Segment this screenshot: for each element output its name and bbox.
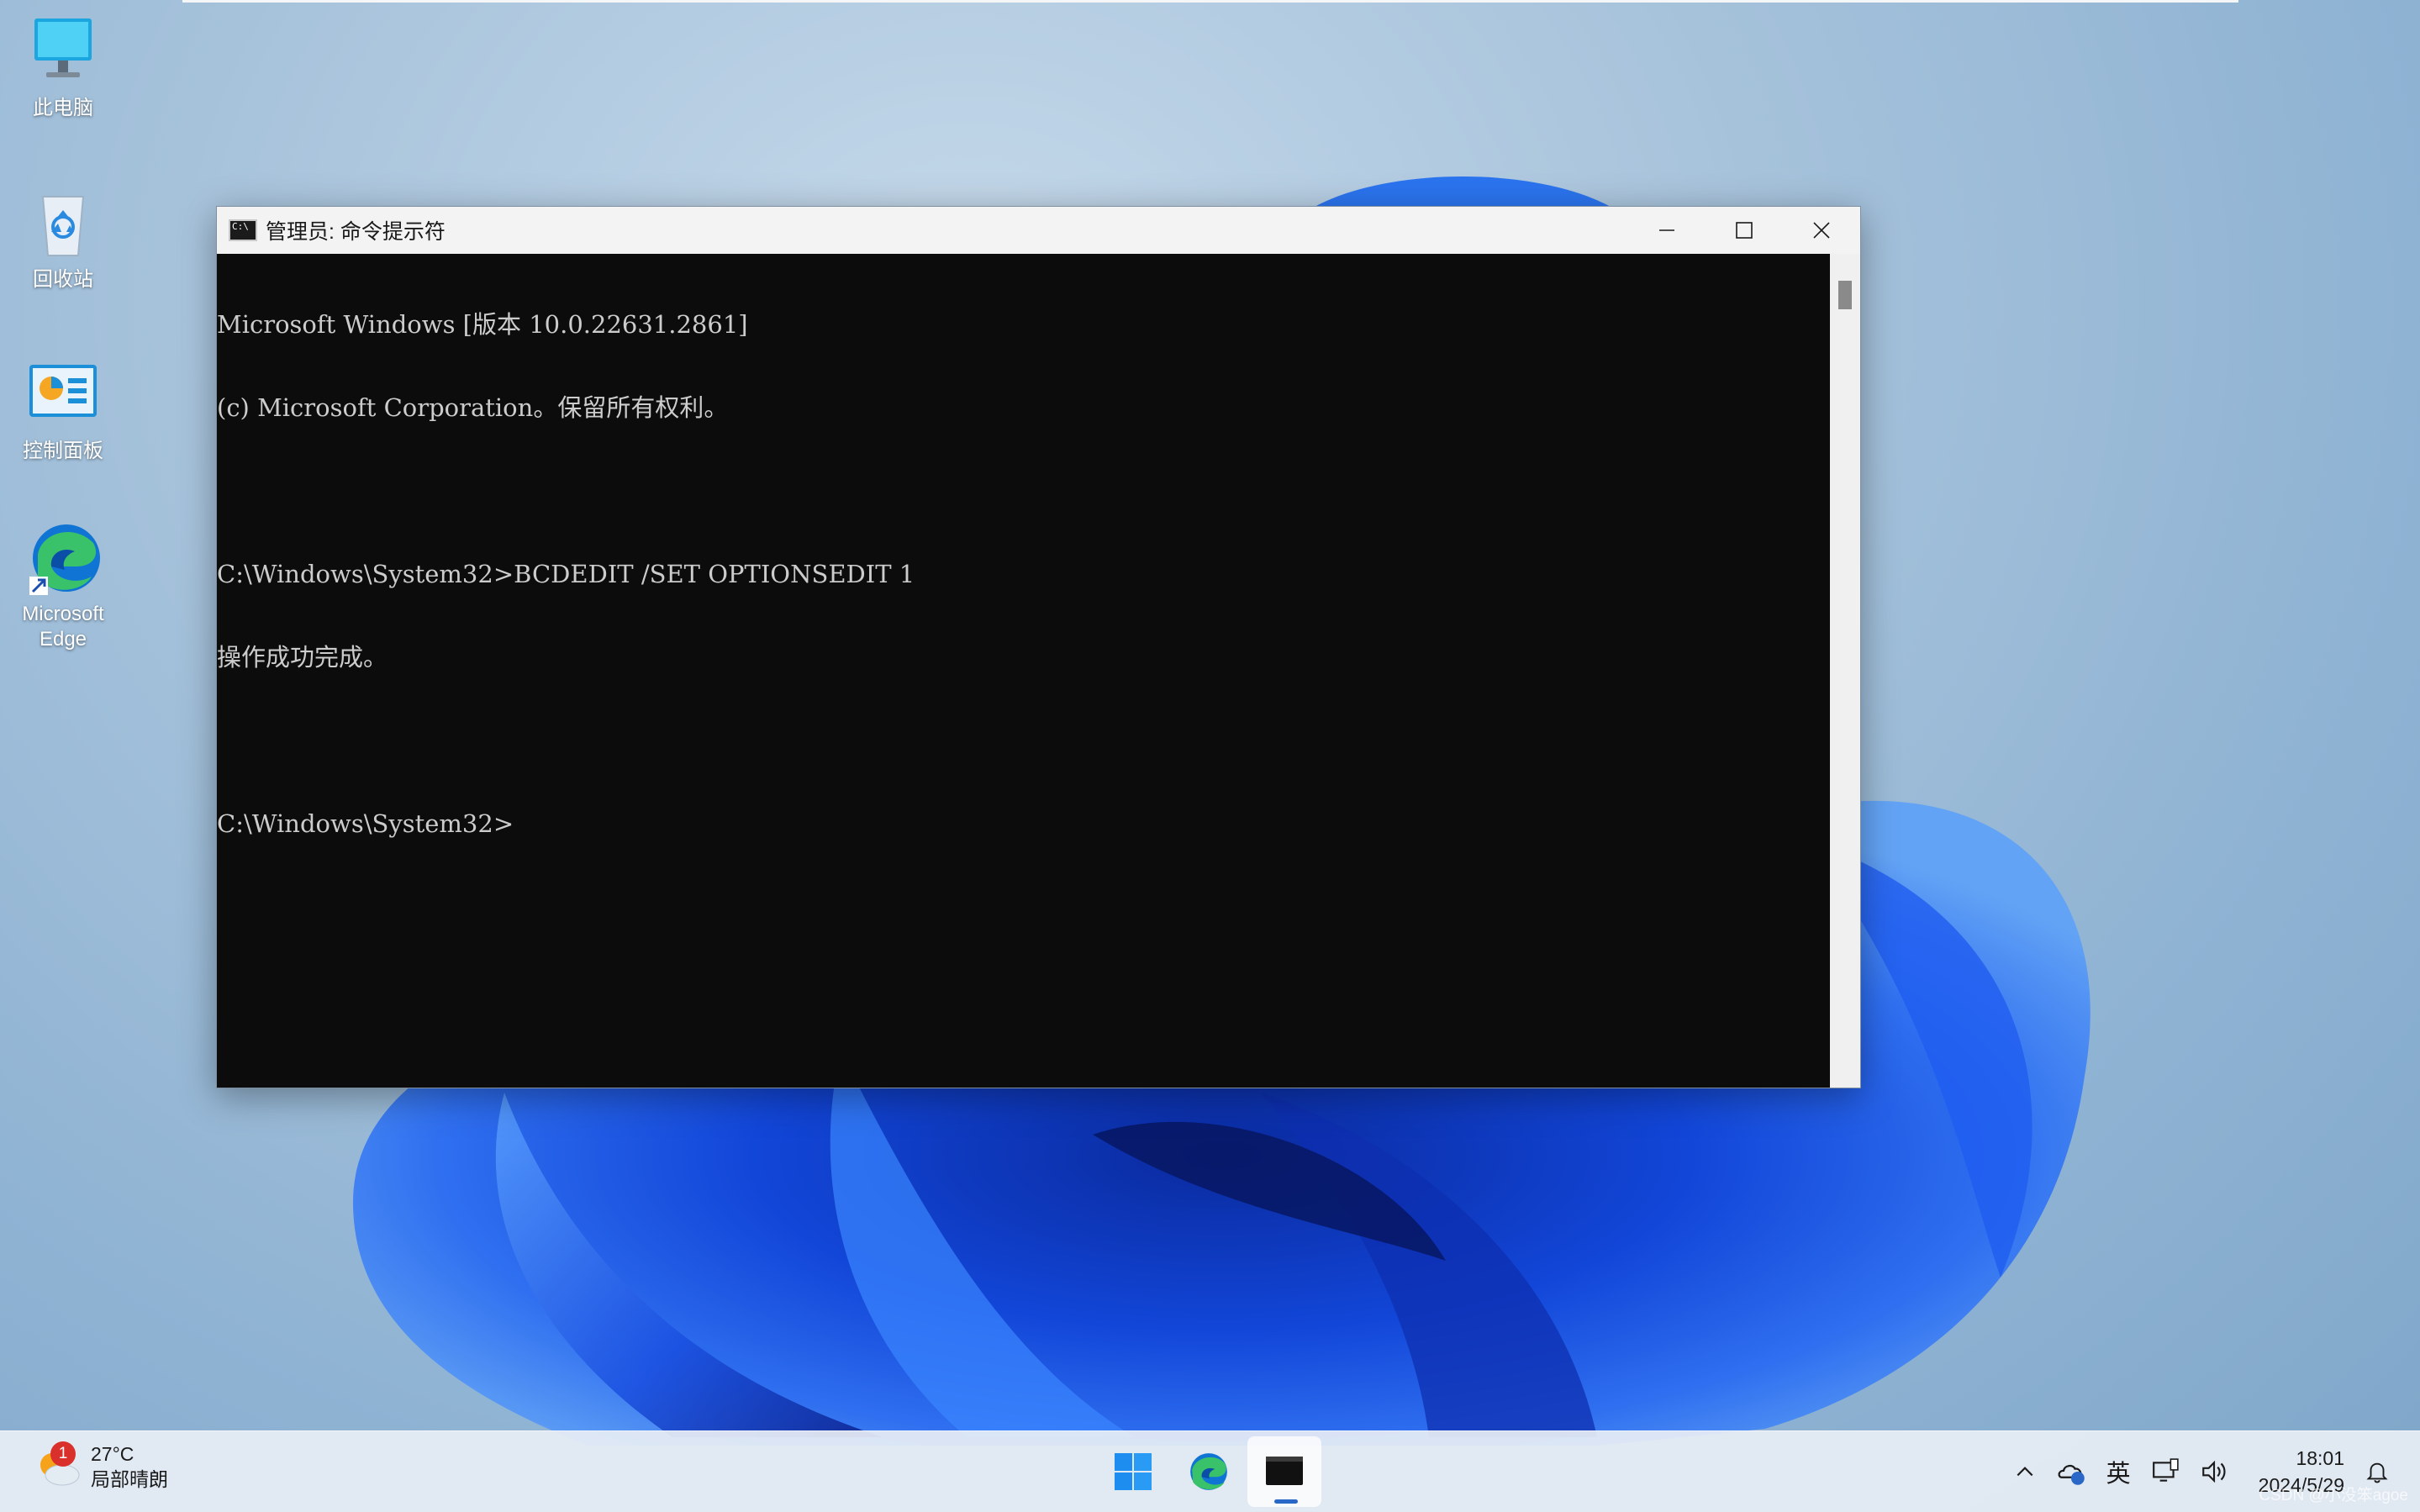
taskbar-edge-button[interactable]	[1172, 1436, 1246, 1507]
top-edge-strip	[182, 0, 2238, 3]
windows-start-icon	[1115, 1453, 1152, 1490]
desktop-icon-label-line1: Microsoft	[22, 603, 104, 625]
cmd-icon	[229, 219, 257, 241]
desktop-icon-label: 此电脑	[33, 97, 93, 119]
terminal-icon	[1266, 1457, 1303, 1485]
partly-cloudy-icon: 1	[30, 1440, 84, 1494]
console-line: Microsoft Windows [版本 10.0.22631.2861]	[217, 310, 748, 339]
weather-badge: 1	[50, 1441, 76, 1467]
network-tray-button[interactable]	[2141, 1446, 2190, 1497]
control-panel-icon	[23, 355, 103, 435]
desktop-icon-edge[interactable]: Microsoft Edge	[0, 518, 126, 652]
bell-icon	[2366, 1462, 2388, 1483]
chevron-up-icon	[2017, 1467, 2033, 1477]
minimize-icon	[1659, 229, 1674, 231]
desktop-icon-this-pc[interactable]: 此电脑	[0, 12, 126, 121]
caption-buttons	[1628, 207, 1860, 254]
desktop-icon-label-line2: Edge	[39, 628, 87, 651]
console-line: 操作成功完成。	[217, 643, 388, 672]
maximize-icon	[1736, 222, 1753, 239]
weather-temperature: 27°C	[91, 1443, 134, 1465]
weather-condition: 局部晴朗	[91, 1468, 168, 1490]
window-title: 管理员: 命令提示符	[266, 220, 446, 244]
taskbar-pinned-apps	[1096, 1436, 1323, 1507]
volume-tray-button[interactable]	[2190, 1446, 2238, 1497]
tray-overflow-button[interactable]	[2004, 1446, 2046, 1497]
clock-time: 18:01	[2296, 1447, 2344, 1469]
desktop-icon-label: 控制面板	[23, 440, 103, 462]
ime-indicator[interactable]: 英	[2096, 1446, 2141, 1497]
minimize-button[interactable]	[1628, 207, 1706, 254]
cmd-titlebar[interactable]: 管理员: 命令提示符	[217, 207, 1860, 254]
onedrive-tray-button[interactable]	[2046, 1446, 2096, 1497]
desktop-icon-label: 回收站	[33, 268, 93, 291]
start-button[interactable]	[1096, 1436, 1170, 1507]
taskbar: 1 27°C 局部晴朗 英 18:01 2024/5/29 CSDN @小没笨a…	[0, 1430, 2420, 1512]
computer-icon	[23, 12, 103, 92]
close-button[interactable]	[1783, 207, 1860, 254]
desktop-icon-control-panel[interactable]: 控制面板	[0, 355, 126, 464]
weather-widget[interactable]: 1 27°C 局部晴朗	[30, 1440, 168, 1494]
watermark: CSDN @小没笨agoe	[2259, 1487, 2408, 1504]
console-line: (c) Microsoft Corporation。保留所有权利。	[217, 393, 729, 422]
maximize-button[interactable]	[1706, 207, 1783, 254]
edge-icon	[1190, 1453, 1227, 1490]
network-icon	[2152, 1458, 2179, 1482]
console-output[interactable]: Microsoft Windows [版本 10.0.22631.2861] (…	[217, 254, 1829, 1088]
taskbar-cmd-button[interactable]	[1247, 1436, 1321, 1507]
close-icon	[1813, 222, 1830, 239]
console-line: C:\Windows\System32>BCDEDIT /SET OPTIONS…	[217, 560, 915, 588]
scrollbar-thumb[interactable]	[1838, 281, 1852, 309]
console-prompt[interactable]: C:\Windows\System32>	[217, 810, 1829, 838]
recycle-bin-icon	[23, 183, 103, 264]
volume-icon	[2201, 1460, 2226, 1483]
running-indicator	[1274, 1499, 1298, 1504]
vertical-scrollbar[interactable]	[1830, 254, 1860, 1088]
cmd-window[interactable]: 管理员: 命令提示符 Microsoft Windows [版本 10.0.22…	[216, 206, 1861, 1088]
cloud-icon	[2058, 1464, 2085, 1485]
edge-shortcut-icon	[23, 518, 103, 598]
desktop-icon-recycle-bin[interactable]: 回收站	[0, 183, 126, 292]
